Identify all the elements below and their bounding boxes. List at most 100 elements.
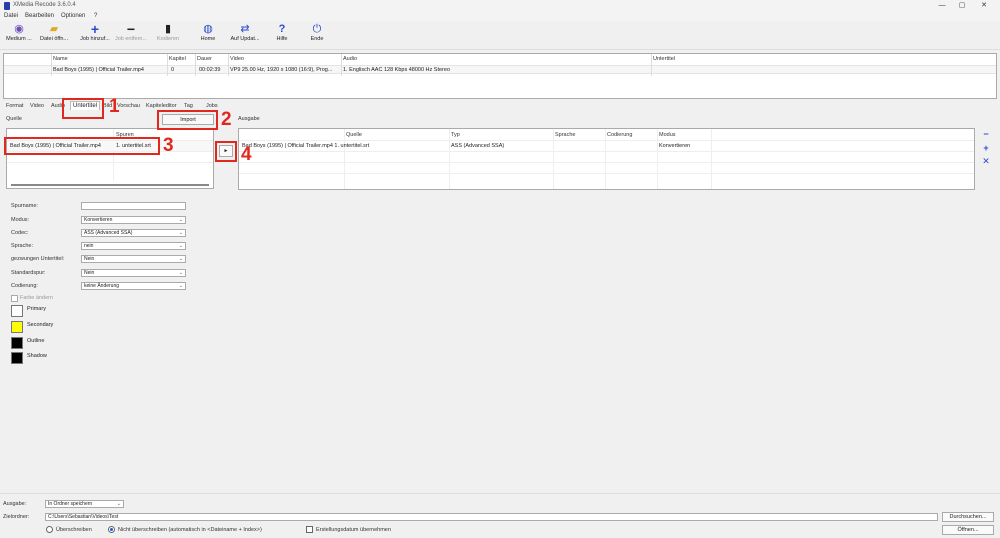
column-header-type[interactable]: Typ [451,132,460,138]
outline-color-swatch[interactable] [11,337,23,349]
power-icon: ⏻ [312,23,322,35]
tab-kapiteleditor[interactable]: Kapiteleditor [146,103,177,109]
open-medium-button[interactable]: ◉ Medium ... [2,23,36,49]
cell-name: Bad Boys (1995) | Official Trailer.mp4 [53,67,144,73]
chevron-down-icon: ⌄ [178,230,183,236]
track-name-input[interactable] [81,202,186,210]
output-mode-select[interactable]: In Ordner speichern ⌄ [45,500,124,508]
column-header-encoding[interactable]: Codierung [607,132,632,138]
forced-subtitle-select[interactable]: Nein ⌄ [81,255,186,263]
column-header-audio[interactable]: Audio [343,56,357,62]
chevron-down-icon: ⌄ [178,256,183,262]
column-header-subtitle[interactable]: Untertitel [653,56,675,62]
annotation-box-3 [4,137,160,155]
help-button[interactable]: ? Hilfe [265,23,299,49]
keep-date-checkbox[interactable] [306,526,313,533]
chevron-down-icon: ⌄ [178,243,183,249]
language-select[interactable]: nein ⌄ [81,242,186,250]
minimize-button[interactable]: — [936,1,948,11]
open-file-button[interactable]: ▰ Datei öffn... [37,23,71,49]
remove-job-button[interactable]: − Job entfern... [114,21,148,49]
minus-icon: − [126,21,136,37]
minus-icon: − [983,129,989,139]
chevron-down-icon: ⌄ [178,270,183,276]
column-header-source[interactable]: Quelle [346,132,362,138]
output-type-cell: ASS (Advanced SSA) [451,143,505,149]
language-label: Sprache: [11,243,34,249]
update-arrows-icon: ⇄ [240,23,250,35]
primary-color-swatch[interactable] [11,305,23,317]
tab-jobs[interactable]: Jobs [206,103,218,109]
column-header-chapters[interactable]: Kapitel [169,56,186,62]
shadow-color-swatch[interactable] [11,352,23,364]
secondary-color-swatch[interactable] [11,321,23,333]
chevron-down-icon: ⌄ [116,501,121,507]
tab-format[interactable]: Format [6,103,23,109]
close-button[interactable]: ✕ [978,1,990,11]
column-header-language[interactable]: Sprache [555,132,576,138]
column-header-video[interactable]: Video [230,56,244,62]
title-bar: XMedia Recode 3.6.0.4 — ▢ ✕ [0,0,1000,12]
track-name-label: Spurname: [11,203,38,209]
chevron-down-icon: ⌄ [178,283,183,289]
encode-button[interactable]: ▮ Kodieren [151,23,185,49]
change-color-label: Farbe ändern [20,295,54,301]
tab-vorschau[interactable]: Vorschau [117,103,140,109]
plus-icon: + [90,21,100,37]
no-overwrite-radio[interactable] [108,526,115,533]
window-title: XMedia Recode 3.6.0.4 [13,2,76,8]
home-button[interactable]: ◍ Home [191,23,225,49]
mode-label: Modus: [11,217,30,223]
primary-color-label: Primary [27,306,46,312]
change-color-checkbox[interactable] [11,295,18,302]
outline-color-label: Outline [27,338,45,344]
output-track-list: Quelle Typ Sprache Codierung Modus Bad B… [238,128,975,190]
menu-help[interactable]: ? [94,13,97,19]
plus-icon: + [983,143,989,153]
delete-track-button[interactable]: ✕ [981,156,991,166]
toolbar: ◉ Medium ... ▰ Datei öffn... + Job hinzu… [0,21,1000,50]
remove-track-button[interactable]: − [981,129,991,139]
maximize-button[interactable]: ▢ [956,1,968,11]
column-header-duration[interactable]: Dauer [197,56,212,62]
job-table: Name Kapitel Dauer Video Audio Untertite… [3,53,997,99]
add-job-button[interactable]: + Job hinzuf... [78,21,112,49]
menu-optionen[interactable]: Optionen [61,13,85,19]
open-folder-button[interactable]: Öffnen... [942,525,994,535]
default-track-label: Standardspur: [11,270,46,276]
globe-icon: ◍ [203,23,213,35]
disc-icon: ◉ [14,23,24,35]
table-row[interactable] [4,65,996,74]
annotation-number-4: 4 [241,144,252,165]
overwrite-radio[interactable] [46,526,53,533]
folder-open-icon: ▰ [49,23,59,35]
annotation-number-3: 3 [163,135,174,156]
menu-bearbeiten[interactable]: Bearbeiten [25,13,54,19]
secondary-color-label: Secondary [27,322,54,328]
menu-bar: Datei Bearbeiten Optionen ? [0,12,1000,21]
add-track-button[interactable]: + [981,143,991,153]
column-header-name[interactable]: Name [53,56,68,62]
tab-tag[interactable]: Tag [184,103,193,109]
annotation-number-2: 2 [221,109,232,130]
output-label: Ausgabe [238,116,260,122]
codec-label: Codec: [11,230,29,236]
mode-select[interactable]: Konvertieren ⌄ [81,216,186,224]
menu-datei[interactable]: Datei [4,13,18,19]
encoding-label: Codierung: [11,283,38,289]
encode-icon: ▮ [164,23,172,35]
exit-button[interactable]: ⏻ Ende [300,23,334,49]
cell-video: VP9 25.00 Hz, 1920 x 1080 (16:9), Prog..… [230,67,333,73]
target-folder-input[interactable]: C:\Users\Sebastian\Videos\Test [45,513,938,521]
browse-button[interactable]: Durchsuchen... [942,512,994,522]
horizontal-scrollbar[interactable] [11,184,209,186]
column-header-mode[interactable]: Modus [659,132,676,138]
app-icon [4,2,10,10]
target-folder-label: Zielordner: [3,514,30,520]
tab-video[interactable]: Video [30,103,44,109]
default-track-select[interactable]: Nein ⌄ [81,269,186,277]
output-mode-label: Ausgabe: [3,501,27,507]
check-update-button[interactable]: ⇄ Auf Updat... [228,23,262,49]
codec-select[interactable]: ASS (Advanced SSA) ⌄ [81,229,186,237]
encoding-select[interactable]: keine Änderung ⌄ [81,282,186,290]
